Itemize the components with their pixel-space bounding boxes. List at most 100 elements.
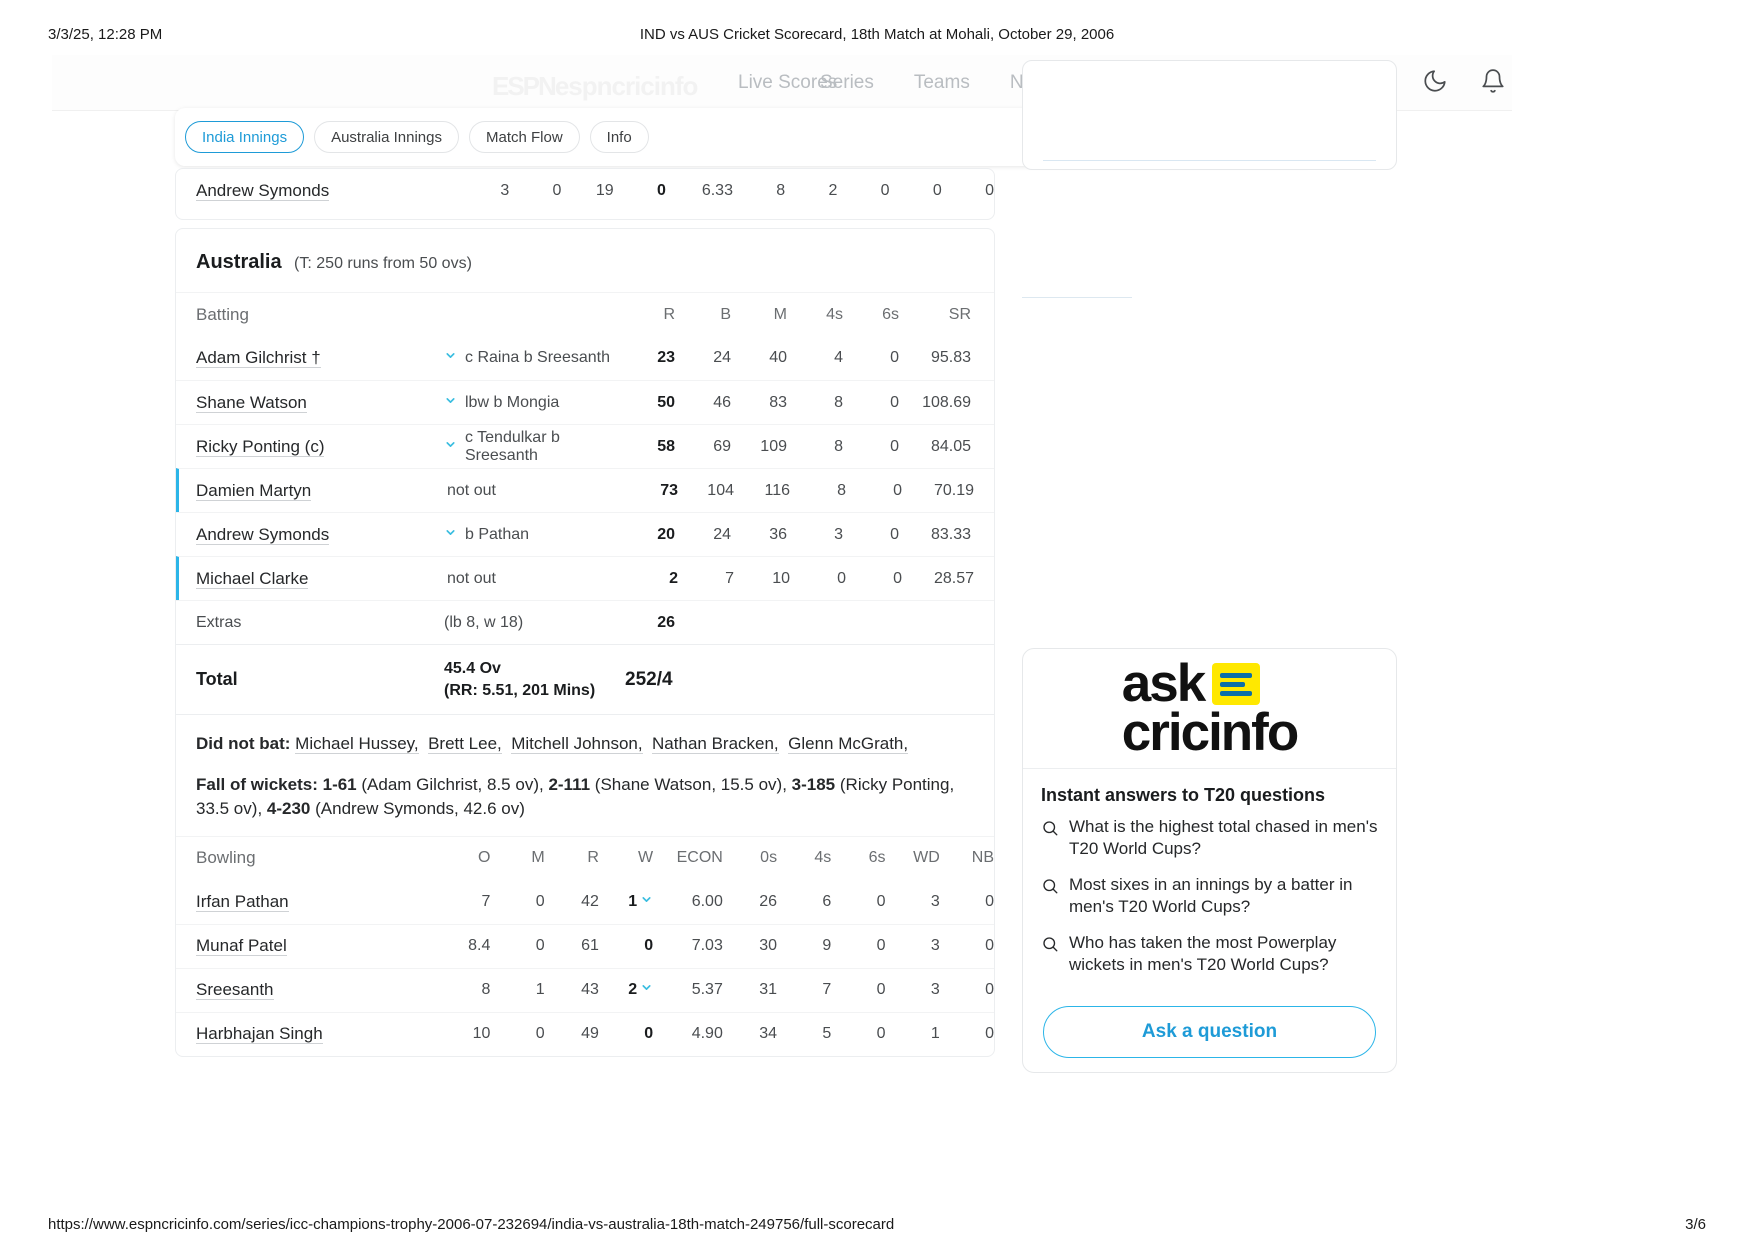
batsman-name[interactable]: Michael Clarke [179,568,447,589]
bowler-econ: 6.00 [691,892,723,910]
batsman-name[interactable]: Damien Martyn [179,480,447,501]
batsman-row: Andrew Symonds b Pathan 20 24 36 3 0 83.33 [176,512,994,556]
batsman-balls: 104 [707,481,734,499]
ask-question-item[interactable]: Who has taken the most Powerplay wickets… [1041,932,1378,976]
extras-row: Extras (lb 8, w 18) 26 [176,600,994,644]
batsman-strike-rate: 28.57 [933,569,974,587]
column-bowl-sixes: 6s [868,849,886,867]
chevron-down-icon[interactable] [444,394,457,412]
bowler-maidens: 0 [535,1025,545,1043]
bowler-wickets: 0 [644,937,654,955]
chevron-down-icon[interactable] [444,349,457,367]
bowler-dots: 34 [759,1025,778,1043]
ask-question-text: What is the highest total chased in men'… [1069,817,1378,859]
did-not-bat-player[interactable]: Glenn McGrath, [788,734,909,754]
batsman-runs: 23 [657,349,675,366]
batsman-fours: 8 [837,481,846,499]
bowler-econ: 7.03 [691,937,723,955]
ask-a-question-button[interactable]: Ask a question [1043,1006,1376,1058]
fow-detail: (Shane Watson, 15.5 ov) [594,774,783,794]
nav-item-teams[interactable]: Teams [894,72,990,94]
did-not-bat-player[interactable]: Nathan Bracken, [652,734,779,754]
extras-detail: (lb 8, w 18) [444,613,524,631]
did-not-bat-player[interactable]: Michael Hussey, [295,734,419,754]
bowler-sixes: 0 [880,182,890,199]
dismissal-text: c Tendulkar b Sreesanth [465,428,560,464]
nav-item-live-scores[interactable]: Live Scores [722,72,837,94]
dismissal-text: b Pathan [465,525,530,543]
batsman-strike-rate: 108.69 [922,393,971,411]
australia-innings-card: Australia (T: 250 runs from 50 ovs) Batt… [175,228,995,1057]
dismissal-info[interactable]: c Tendulkar b Sreesanth [444,429,619,465]
ask-question-item[interactable]: Most sixes in an innings by a batter in … [1041,874,1378,918]
column-bowl-runs: R [587,849,599,867]
did-not-bat-player[interactable]: Mitchell Johnson, [511,734,643,754]
tab-info[interactable]: Info [589,121,649,153]
batsman-sixes: 0 [890,437,899,455]
ask-question-item[interactable]: What is the highest total chased in men'… [1041,816,1378,860]
batsman-name[interactable]: Ricky Ponting (c) [176,436,444,457]
tab-india-innings[interactable]: India Innings [185,121,305,153]
dismissal-info: not out [447,570,622,588]
did-not-bat-player[interactable]: Brett Lee, [428,734,502,754]
nav-icon-group [1422,68,1506,94]
batsman-minutes: 83 [769,393,787,411]
fow-score: 3-185 [791,774,836,794]
chevron-down-icon[interactable] [640,894,653,909]
bowler-name[interactable]: Munaf Patel [176,936,436,957]
column-maidens: M [531,849,545,867]
fow-score: 1-61 [322,774,357,794]
batsman-name[interactable]: Andrew Symonds [176,524,444,545]
bowler-runs: 19 [595,182,614,199]
bowler-dots: 31 [759,981,778,999]
bowler-name[interactable]: Harbhajan Singh [176,1024,436,1045]
chevron-down-icon[interactable] [444,438,457,456]
moon-icon[interactable] [1422,68,1448,94]
batsman-sixes: 0 [890,349,899,366]
chevron-down-icon[interactable] [444,526,457,544]
ask-question-text: Who has taken the most Powerplay wickets… [1069,933,1337,975]
bowler-overs: 8.4 [468,937,491,955]
ask-panel-title: Instant answers to T20 questions [1041,785,1326,805]
bowler-wides: 3 [930,892,940,910]
chevron-down-icon[interactable] [640,982,653,997]
espncricinfo-logo[interactable]: ESPNespncricinfo [492,71,698,102]
ask-brand-line2: cricinfo [1121,702,1299,762]
bowling-row: Andrew Symonds 3 0 19 0 6.33 8 2 0 0 0 [176,169,994,213]
batsman-fours: 3 [834,525,843,543]
batsman-name[interactable]: Shane Watson [176,392,444,413]
batsman-minutes: 36 [769,525,787,543]
rail-ad-top [1022,60,1397,170]
ask-cricinfo-panel: ask cricinfo Instant answers to T20 ques… [1022,648,1397,1073]
total-label: Total [196,669,238,689]
dismissal-info[interactable]: c Raina b Sreesanth [444,349,619,367]
tab-australia-innings[interactable]: Australia Innings [314,121,459,153]
did-not-bat-label: Did not bat: [196,734,291,753]
batsman-name[interactable]: Adam Gilchrist † [176,348,444,368]
bowler-row: Irfan Pathan 7 0 42 1 6.00 26 6 0 3 0 [176,880,994,924]
bowler-name[interactable]: Andrew Symonds [176,181,457,201]
dismissal-info[interactable]: b Pathan [444,526,619,544]
nav-item-series[interactable]: Series [800,72,894,94]
bowler-maidens: 0 [535,937,545,955]
bowler-name[interactable]: Irfan Pathan [176,891,436,912]
bowler-fours: 6 [822,892,832,910]
bell-icon[interactable] [1480,68,1506,94]
ask-brand-line1: ask [1121,653,1206,713]
batsman-sixes: 0 [890,525,899,543]
column-runs: R [663,305,675,323]
bowler-name[interactable]: Sreesanth [176,980,436,1001]
batsman-balls: 24 [713,349,731,366]
bowler-wickets[interactable]: 1 [599,893,653,911]
bowler-fours: 2 [828,182,838,199]
search-icon [1041,819,1059,860]
footer-page-number: 3/6 [1685,1216,1706,1233]
bowler-wickets[interactable]: 2 [599,981,653,999]
batsman-strike-rate: 70.19 [933,481,974,499]
dismissal-info[interactable]: lbw b Mongia [444,394,619,412]
batsman-fours: 4 [834,349,843,366]
tab-match-flow[interactable]: Match Flow [468,121,580,153]
batsman-minutes: 10 [772,569,790,587]
rail-ad-middle [1022,186,1397,298]
target-info: (T: 250 runs from 50 ovs) [294,255,472,272]
